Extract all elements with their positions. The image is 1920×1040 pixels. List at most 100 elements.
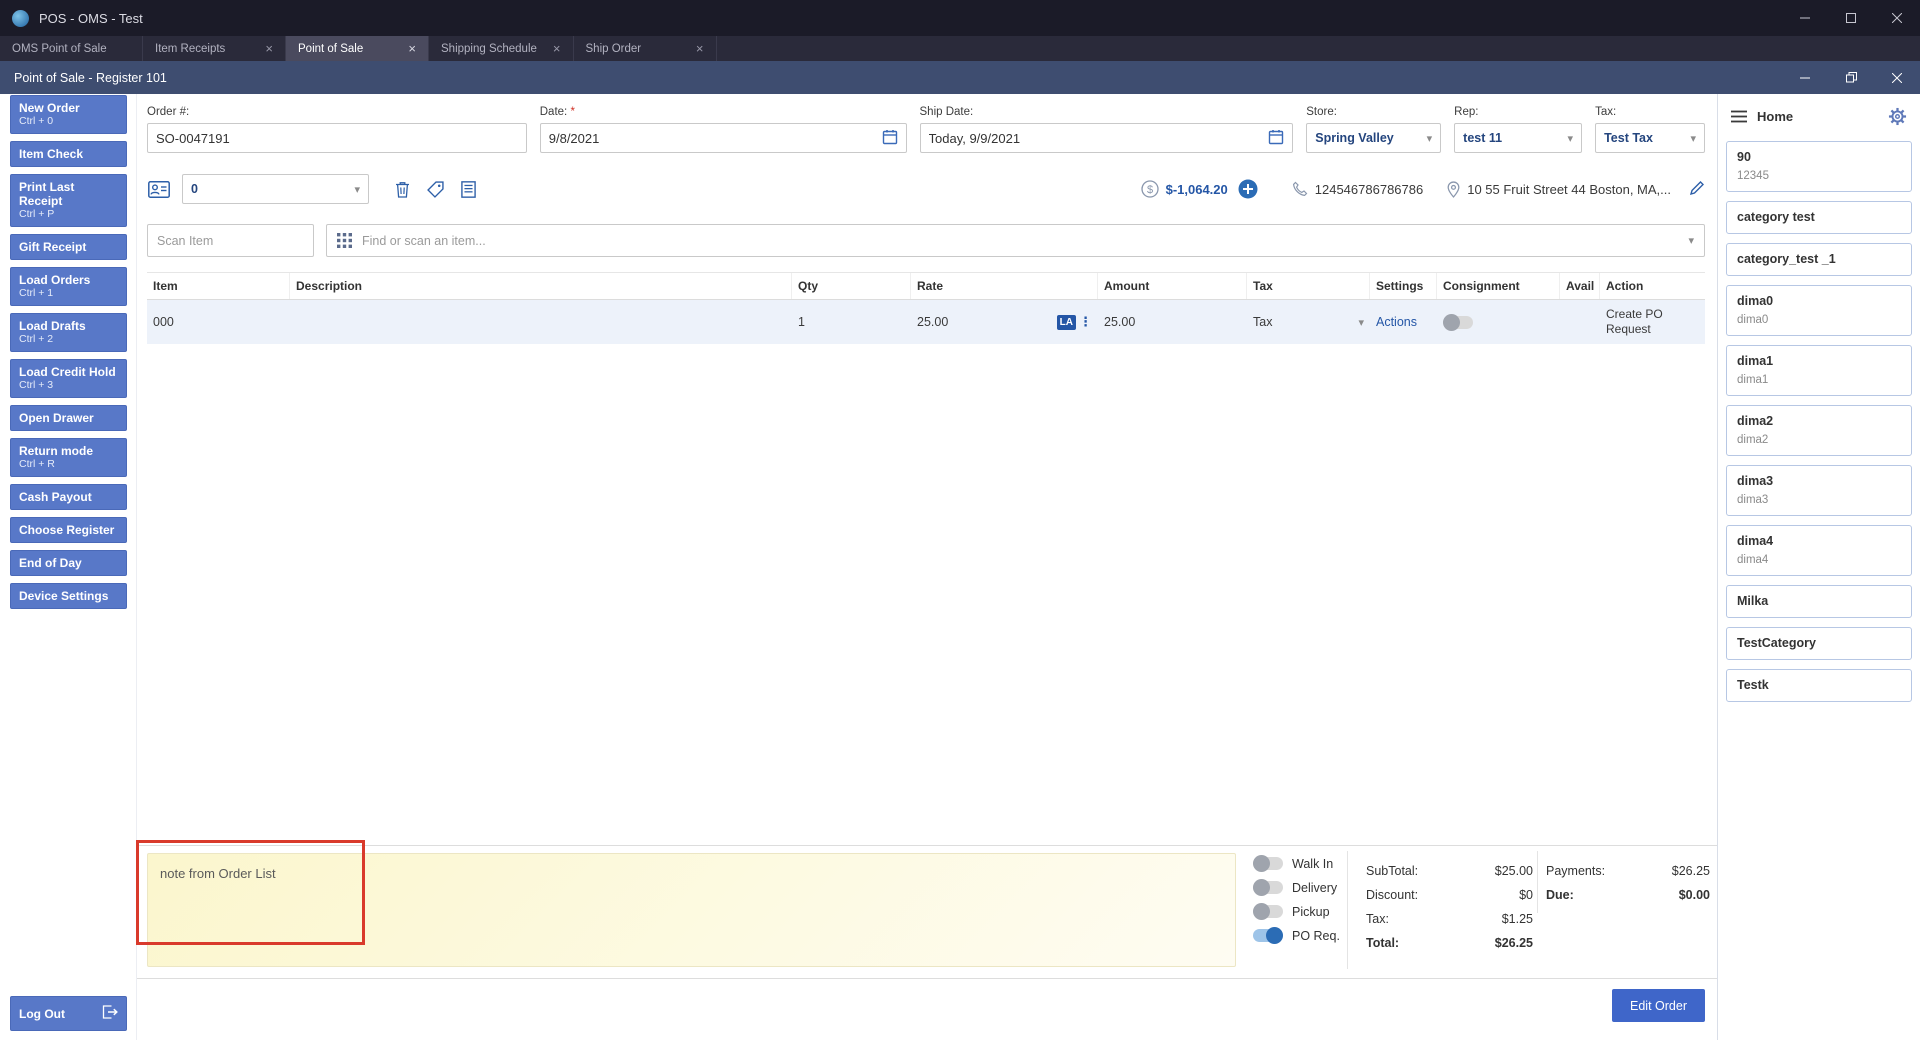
logout-icon	[102, 1005, 118, 1022]
rep-label: Rep:	[1454, 106, 1479, 118]
device-settings-button[interactable]: Device Settings	[10, 583, 127, 609]
consignment-toggle[interactable]	[1443, 313, 1473, 331]
category-card[interactable]: dima1 dima1	[1726, 345, 1912, 396]
load-drafts-button[interactable]: Load Drafts Ctrl + 2	[10, 313, 127, 352]
category-card[interactable]: dima2 dima2	[1726, 405, 1912, 456]
item-check-button[interactable]: Item Check	[10, 141, 127, 167]
rate-menu-icon[interactable]: ⋮	[1079, 314, 1092, 330]
chevron-down-icon: ▾	[1358, 316, 1364, 329]
customer-card-icon[interactable]	[148, 180, 170, 198]
tax-dropdown[interactable]: Test Tax ▾	[1595, 123, 1705, 153]
edit-customer-icon[interactable]	[1689, 180, 1705, 199]
delete-order-icon[interactable]	[395, 181, 410, 198]
cell-description[interactable]	[290, 300, 792, 344]
find-item-combobox[interactable]: ▾	[326, 224, 1705, 257]
tax-row: Tax: $1.25	[1366, 912, 1533, 926]
price-level-badge[interactable]: LA	[1056, 314, 1076, 330]
close-icon[interactable]	[1874, 0, 1920, 36]
keypad-grid-icon[interactable]	[337, 233, 352, 248]
minimize-icon[interactable]	[1782, 0, 1828, 36]
store-field-group: Store: Spring Valley ▾	[1306, 106, 1442, 153]
cell-action[interactable]: Create PO Request	[1600, 300, 1705, 344]
close-tab-icon[interactable]: ×	[265, 42, 273, 55]
column-header-rate: Rate	[911, 273, 1098, 299]
close-icon[interactable]	[1874, 61, 1920, 94]
open-drawer-button[interactable]: Open Drawer	[10, 405, 127, 431]
tab-oms-point-of-sale[interactable]: OMS Point of Sale	[0, 36, 143, 61]
customer-phone: 124546786786786	[1314, 181, 1424, 197]
calendar-icon[interactable]	[882, 129, 898, 148]
pickup-toggle[interactable]	[1253, 903, 1283, 920]
print-last-receipt-button[interactable]: Print Last Receipt Ctrl + P	[10, 174, 127, 227]
close-tab-icon[interactable]: ×	[408, 42, 416, 55]
category-card[interactable]: Milka	[1726, 585, 1912, 618]
new-order-button[interactable]: New Order Ctrl + 0	[10, 95, 127, 134]
item-search-row: ▾	[147, 224, 1705, 257]
delivery-toggle[interactable]	[1253, 879, 1283, 896]
restore-icon[interactable]	[1828, 61, 1874, 94]
category-card[interactable]: dima4 dima4	[1726, 525, 1912, 576]
category-card[interactable]: dima0 dima0	[1726, 285, 1912, 336]
table-row[interactable]: 000 1 25.00 LA ⋮ 25.00 Tax ▾ Actions Cre…	[147, 300, 1705, 344]
order-notes-icon[interactable]	[461, 180, 476, 198]
category-card[interactable]: category_test _1	[1726, 243, 1912, 276]
load-credit-hold-button[interactable]: Load Credit Hold Ctrl + 3	[10, 359, 127, 398]
log-out-button[interactable]: Log Out	[10, 996, 127, 1031]
cash-payout-button[interactable]: Cash Payout	[10, 484, 127, 510]
discount-row: Discount: $0	[1366, 888, 1533, 902]
end-of-day-button[interactable]: End of Day	[10, 550, 127, 576]
customer-address: 10 55 Fruit Street 44 Boston, MA,...	[1467, 181, 1671, 197]
maximize-icon[interactable]	[1828, 0, 1874, 36]
calendar-icon[interactable]	[1268, 129, 1284, 148]
po-req-toggle[interactable]	[1253, 927, 1283, 944]
category-card[interactable]: Testk	[1726, 669, 1912, 702]
customer-count-dropdown[interactable]: 0 ▾	[182, 174, 369, 204]
find-item-input[interactable]	[362, 233, 1685, 248]
add-payment-icon[interactable]	[1238, 179, 1258, 199]
minimize-icon[interactable]	[1782, 61, 1828, 94]
return-mode-button[interactable]: Return mode Ctrl + R	[10, 438, 127, 477]
date-label: Date:	[539, 106, 568, 118]
ship-date-input[interactable]	[928, 130, 1263, 146]
discount-tag-icon[interactable]	[427, 180, 444, 198]
chevron-down-icon: ▾	[1567, 132, 1574, 145]
cell-qty[interactable]: 1	[792, 300, 911, 344]
window-controls	[1782, 0, 1920, 36]
home-label[interactable]: Home	[1757, 109, 1793, 124]
date-input[interactable]	[548, 130, 876, 146]
order-note-textarea[interactable]: note from Order List	[147, 853, 1236, 967]
category-card[interactable]: dima3 dima3	[1726, 465, 1912, 516]
app-logo-icon	[12, 9, 29, 27]
chevron-down-icon[interactable]: ▾	[1688, 234, 1694, 247]
hamburger-menu-icon[interactable]	[1731, 110, 1747, 123]
gift-receipt-button[interactable]: Gift Receipt	[10, 234, 127, 260]
rep-dropdown[interactable]: test 11 ▾	[1454, 123, 1583, 153]
scan-item-input[interactable]	[147, 224, 314, 257]
tab-ship-order[interactable]: Ship Order ×	[574, 36, 717, 61]
cell-item: 000	[153, 315, 174, 329]
close-tab-icon[interactable]: ×	[553, 42, 561, 55]
category-card[interactable]: category test	[1726, 201, 1912, 234]
load-orders-button[interactable]: Load Orders Ctrl + 1	[10, 267, 127, 306]
tab-point-of-sale[interactable]: Point of Sale ×	[286, 36, 429, 61]
left-sidebar: New Order Ctrl + 0 Item Check Print Last…	[0, 94, 136, 1040]
category-card[interactable]: TestCategory	[1726, 627, 1912, 660]
store-dropdown[interactable]: Spring Valley ▾	[1306, 123, 1442, 153]
tab-shipping-schedule[interactable]: Shipping Schedule ×	[429, 36, 574, 61]
customer-balance: $-1,064.20	[1165, 181, 1228, 197]
choose-register-button[interactable]: Choose Register	[10, 517, 127, 543]
row-actions-link[interactable]: Actions	[1376, 315, 1417, 329]
category-card[interactable]: 90 12345	[1726, 141, 1912, 192]
close-tab-icon[interactable]: ×	[696, 42, 704, 55]
gear-icon[interactable]	[1888, 107, 1907, 126]
total-value: $26.25	[1494, 936, 1533, 950]
tab-item-receipts[interactable]: Item Receipts ×	[143, 36, 286, 61]
edit-order-button[interactable]: Edit Order	[1612, 989, 1705, 1022]
payments-value: $26.25	[1671, 864, 1710, 878]
order-number-input[interactable]	[156, 130, 518, 146]
tab-label: Item Receipts	[155, 42, 226, 55]
cell-tax-dropdown[interactable]: Tax ▾	[1247, 300, 1370, 344]
cell-rate[interactable]: 25.00 LA ⋮	[911, 300, 1098, 344]
register-window-controls	[1782, 61, 1920, 94]
walk-in-toggle[interactable]	[1253, 855, 1283, 872]
